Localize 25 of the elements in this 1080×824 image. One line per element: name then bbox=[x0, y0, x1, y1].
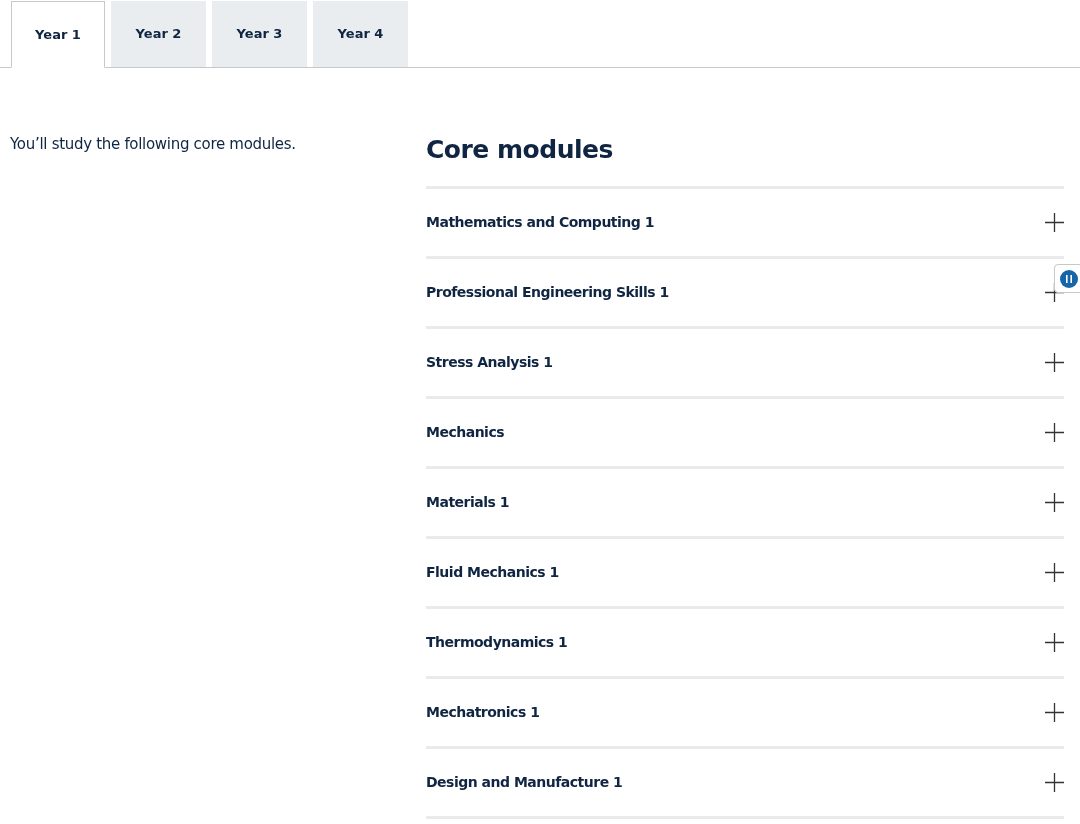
plus-icon bbox=[1045, 213, 1064, 232]
module-title: Mechatronics 1 bbox=[426, 703, 540, 722]
plus-icon bbox=[1045, 353, 1064, 372]
plus-icon bbox=[1045, 633, 1064, 652]
module-title: Fluid Mechanics 1 bbox=[426, 563, 559, 582]
module-title: Design and Manufacture 1 bbox=[426, 773, 623, 792]
module-title: Professional Engineering Skills 1 bbox=[426, 283, 669, 302]
section-heading: Core modules bbox=[426, 134, 614, 166]
plus-icon bbox=[1045, 423, 1064, 442]
module-title: Mechanics bbox=[426, 423, 505, 442]
year-tab[interactable]: Year 3 bbox=[212, 1, 307, 67]
pause-icon bbox=[1060, 269, 1078, 288]
module-title: Mathematics and Computing 1 bbox=[426, 213, 654, 232]
plus-icon bbox=[1045, 493, 1064, 512]
plus-icon bbox=[1045, 703, 1064, 722]
year-tab[interactable]: Year 4 bbox=[313, 1, 408, 67]
module-title: Thermodynamics 1 bbox=[426, 633, 568, 652]
year-tab[interactable]: Year 2 bbox=[111, 1, 206, 67]
plus-icon bbox=[1045, 773, 1064, 792]
intro-text: You’ll study the following core modules. bbox=[10, 134, 297, 154]
year-tab[interactable]: Year 1 bbox=[11, 1, 105, 68]
module-title: Materials 1 bbox=[426, 493, 509, 512]
module-title: Stress Analysis 1 bbox=[426, 353, 553, 372]
plus-icon bbox=[1045, 563, 1064, 582]
pause-button[interactable] bbox=[1054, 264, 1080, 293]
